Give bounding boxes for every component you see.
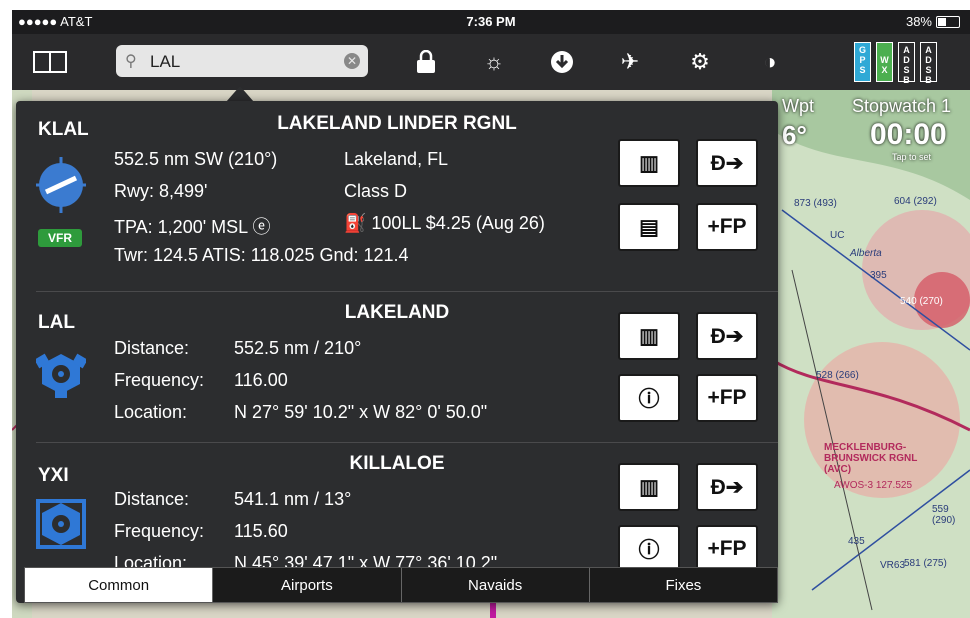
airport-icon <box>36 155 86 218</box>
row-label: Frequency: <box>114 370 205 390</box>
map-icon: ▥ <box>639 324 659 348</box>
ipad-screen: ●●●●● AT&T 7:36 PM 38% ⚲ ✕ ☼ ✈ ⚙ ◑ GPS W… <box>12 10 970 618</box>
map-label: Alberta <box>850 248 882 259</box>
vfr-badge: VFR <box>38 229 82 247</box>
battery-icon <box>936 15 960 28</box>
battery-percent: 38% <box>905 14 932 29</box>
add-to-flightplan-button[interactable]: +FP <box>696 203 758 251</box>
vortac-icon <box>34 346 88 403</box>
show-on-map-button[interactable]: ▥ <box>618 139 680 187</box>
map-label: 435 <box>848 536 865 547</box>
vor-dme-icon <box>36 499 86 554</box>
map-label: 528 (266) <box>816 370 859 381</box>
add-fp-label: +FP <box>707 215 747 238</box>
row-value: 552.5 nm / 210° <box>234 338 362 358</box>
clear-search-icon[interactable]: ✕ <box>344 53 360 69</box>
battery-indicator: 38% <box>906 14 960 29</box>
row-value: N 27° 59' 10.2" x W 82° 0' 50.0" <box>234 402 488 422</box>
add-to-flightplan-button[interactable]: +FP <box>696 374 758 422</box>
add-to-flightplan-button[interactable]: +FP <box>696 525 758 573</box>
airport-info-button[interactable]: ▤ <box>618 203 680 251</box>
direct-to-button[interactable]: Ð➔ <box>696 312 758 360</box>
map-label: AWOS-3 127.525 <box>834 480 913 491</box>
result-distance: 552.5 nm SW (210°) <box>114 149 278 169</box>
tab-fixes[interactable]: Fixes <box>590 568 777 602</box>
map-label: 395 <box>870 270 887 281</box>
popover-pointer <box>226 86 254 102</box>
clock-label: 7:36 PM <box>466 14 516 29</box>
direct-to-icon: Ð➔ <box>710 324 744 348</box>
map-icon: ▥ <box>639 475 659 499</box>
row-label: Location: <box>114 402 188 422</box>
map-label: 559 (290) <box>932 504 956 526</box>
result-tpa: TPA: 1,200' MSL ⓔ <box>114 217 271 237</box>
tab-common[interactable]: Common <box>25 568 214 602</box>
tab-navaids[interactable]: Navaids <box>402 568 590 602</box>
result-airport-klal[interactable]: KLAL LAKELAND LINDER RGNL VFR 552.5 nm S… <box>16 101 778 291</box>
split-view-icon[interactable] <box>32 44 68 80</box>
stopwatch-hint: Tap to set <box>892 152 932 162</box>
toolbar: ⚲ ✕ ☼ ✈ ⚙ ◑ GPS WX ADSB ADSB <box>12 34 970 90</box>
row-value: 116.00 <box>234 370 288 390</box>
adsb-status-chip-1[interactable]: ADSB <box>898 42 915 85</box>
result-runway: Rwy: 8,499' <box>114 181 208 201</box>
airplane-icon[interactable]: ✈ <box>612 44 648 80</box>
settings-gear-icon[interactable]: ⚙ <box>682 44 718 80</box>
result-fuel-price: ⛽ 100LL $4.25 (Aug 26) <box>344 213 545 233</box>
map-label: MECKLENBURG-BRUNSWICK RGNL (AVC) <box>824 442 918 475</box>
add-fp-label: +FP <box>707 386 747 409</box>
direct-to-icon: Ð➔ <box>710 151 744 175</box>
document-icon: ▤ <box>639 215 659 239</box>
brightness-icon[interactable]: ☼ <box>476 44 512 80</box>
navaid-info-button[interactable]: ⓘ <box>618 374 680 422</box>
map-icon: ▥ <box>639 151 659 175</box>
map-label: UC <box>830 230 845 241</box>
download-icon[interactable] <box>544 44 580 80</box>
gps-status-chip[interactable]: GPS <box>854 42 871 82</box>
map-label: 873 (493) <box>794 198 837 209</box>
search-category-tabs: Common Airports Navaids Fixes <box>24 567 778 603</box>
search-field[interactable]: ⚲ ✕ <box>116 45 368 77</box>
show-on-map-button[interactable]: ▥ <box>618 463 680 511</box>
row-value: 541.1 nm / 13° <box>234 489 352 509</box>
result-frequencies: Twr: 124.5 ATIS: 118.025 Gnd: 121.4 <box>114 245 409 265</box>
row-label: Frequency: <box>114 521 205 541</box>
row-label: Distance: <box>114 338 190 358</box>
add-fp-label: +FP <box>707 537 747 560</box>
map-label: 604 (292) <box>894 196 937 207</box>
adsb-status-chip-2[interactable]: ADSB <box>920 42 937 85</box>
map-label: VR63 <box>880 560 906 571</box>
info-icon: ⓘ <box>638 539 660 562</box>
row-label: Distance: <box>114 489 190 509</box>
stopwatch-label: Stopwatch 1 <box>852 96 952 116</box>
stopwatch-value[interactable]: 00:00 <box>870 118 947 152</box>
tab-airports[interactable]: Airports <box>213 568 402 602</box>
status-bar: ●●●●● AT&T 7:36 PM 38% <box>12 10 970 34</box>
search-icon: ⚲ <box>125 53 137 70</box>
wpt-value: 6° <box>782 120 807 150</box>
search-results-popover: KLAL LAKELAND LINDER RGNL VFR 552.5 nm S… <box>16 101 778 603</box>
row-value: 115.60 <box>234 521 288 541</box>
info-icon: ⓘ <box>638 388 660 411</box>
direct-to-icon: Ð➔ <box>710 475 744 499</box>
direct-to-button[interactable]: Ð➔ <box>696 139 758 187</box>
contrast-icon[interactable]: ◑ <box>752 44 788 80</box>
search-input[interactable] <box>148 49 342 75</box>
result-airspace-class: Class D <box>344 181 408 201</box>
result-navaid-lal[interactable]: LAL LAKELAND Distance: 552.5 nm / 210° F… <box>16 292 778 442</box>
navaid-info-button[interactable]: ⓘ <box>618 525 680 573</box>
result-city: Lakeland, FL <box>344 149 449 169</box>
result-name: LAKELAND LINDER RGNL <box>277 113 517 134</box>
show-on-map-button[interactable]: ▥ <box>618 312 680 360</box>
direct-to-button[interactable]: Ð➔ <box>696 463 758 511</box>
map-label: 540 (270) <box>900 296 943 307</box>
wx-status-chip[interactable]: WX <box>876 42 893 82</box>
lock-icon[interactable] <box>408 44 444 80</box>
map-label: 581 (275) <box>904 558 947 569</box>
wpt-label: Wpt <box>782 96 815 116</box>
